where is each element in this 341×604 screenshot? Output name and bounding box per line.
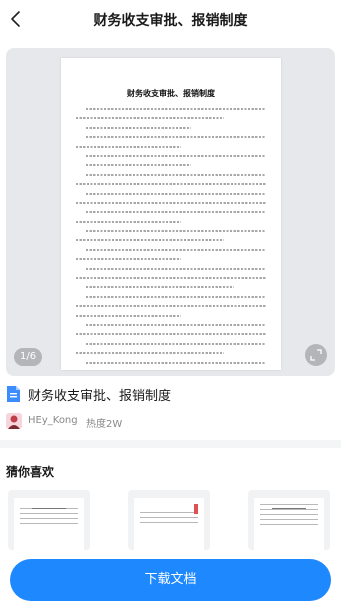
thumbnail-line <box>20 518 78 519</box>
expand-button[interactable] <box>305 344 327 366</box>
top-bar: 财务收支审批、报销制度 <box>0 0 341 40</box>
preview-text-line <box>86 267 266 270</box>
thumbnail-line <box>260 504 318 505</box>
hotness-label: 热度2W <box>86 419 123 430</box>
preview-text-line <box>86 248 266 251</box>
thumbnail-page <box>14 498 84 550</box>
recommendation-thumbnail[interactable] <box>128 490 210 550</box>
preview-text-line <box>76 333 266 336</box>
avatar[interactable] <box>6 413 22 429</box>
preview-text-line <box>86 361 266 364</box>
document-preview[interactable]: 财务收支审批、报销制度 1/6 <box>6 48 335 376</box>
preview-text-line <box>86 192 266 195</box>
preview-text-line <box>86 323 266 326</box>
preview-text-line <box>76 220 181 223</box>
preview-text-line <box>76 277 266 280</box>
expand-icon <box>310 349 322 361</box>
preview-text-line <box>76 305 266 308</box>
download-button[interactable]: 下载文档 <box>10 559 331 601</box>
page-indicator: 1/6 <box>14 348 43 366</box>
section-divider <box>0 440 341 448</box>
thumbnail-line <box>20 513 78 514</box>
thumbnail-line <box>140 517 198 518</box>
thumbnail-line <box>260 524 318 525</box>
preview-page: 财务收支审批、报销制度 <box>61 58 281 370</box>
preview-text-block <box>76 108 266 370</box>
preview-text-line <box>76 201 266 204</box>
document-icon <box>7 386 20 402</box>
document-info: 财务收支审批、报销制度 <box>6 382 336 406</box>
thumbnail-line <box>272 508 306 509</box>
author-row: HEy_Kong 热度2W <box>6 413 336 431</box>
thumbnail-line <box>260 519 318 520</box>
recommendations-title: 猜你喜欢 <box>6 465 55 479</box>
thumbnail-line <box>260 514 318 515</box>
thumbnail-page <box>134 498 204 550</box>
preview-text-line <box>86 230 266 233</box>
thumbnail-marker <box>194 504 198 514</box>
thumbnail-line <box>140 522 198 523</box>
preview-text-line <box>76 183 266 186</box>
thumbnail-line <box>20 523 78 524</box>
preview-text-line <box>86 154 266 157</box>
recommendations-list <box>0 490 341 550</box>
preview-document-heading: 财务收支审批、报销制度 <box>127 88 215 98</box>
preview-text-line <box>76 258 181 261</box>
thumbnail-line <box>140 512 198 513</box>
document-name: 财务收支审批、报销制度 <box>28 389 172 404</box>
thumbnail-line <box>32 508 66 509</box>
preview-text-line <box>76 117 225 120</box>
author-name[interactable]: HEy_Kong <box>28 415 78 426</box>
preview-text-line <box>76 314 181 317</box>
preview-text-line <box>76 145 181 148</box>
preview-text-line <box>86 164 191 167</box>
preview-text-line <box>86 295 266 298</box>
preview-text-line <box>86 108 266 110</box>
preview-text-line <box>86 342 266 345</box>
avatar-image <box>6 413 22 429</box>
preview-text-line <box>86 286 235 289</box>
recommendation-thumbnail[interactable] <box>8 490 90 550</box>
thumbnail-page <box>254 498 324 550</box>
preview-text-line <box>86 211 266 214</box>
thumbnail-line <box>260 509 318 510</box>
preview-text-line <box>86 173 266 176</box>
preview-text-line <box>76 239 225 242</box>
preview-text-line <box>86 136 266 139</box>
preview-text-line <box>76 352 225 355</box>
page-title: 财务收支审批、报销制度 <box>93 13 248 29</box>
recommendation-thumbnail[interactable] <box>248 490 330 550</box>
preview-text-line <box>86 126 191 129</box>
